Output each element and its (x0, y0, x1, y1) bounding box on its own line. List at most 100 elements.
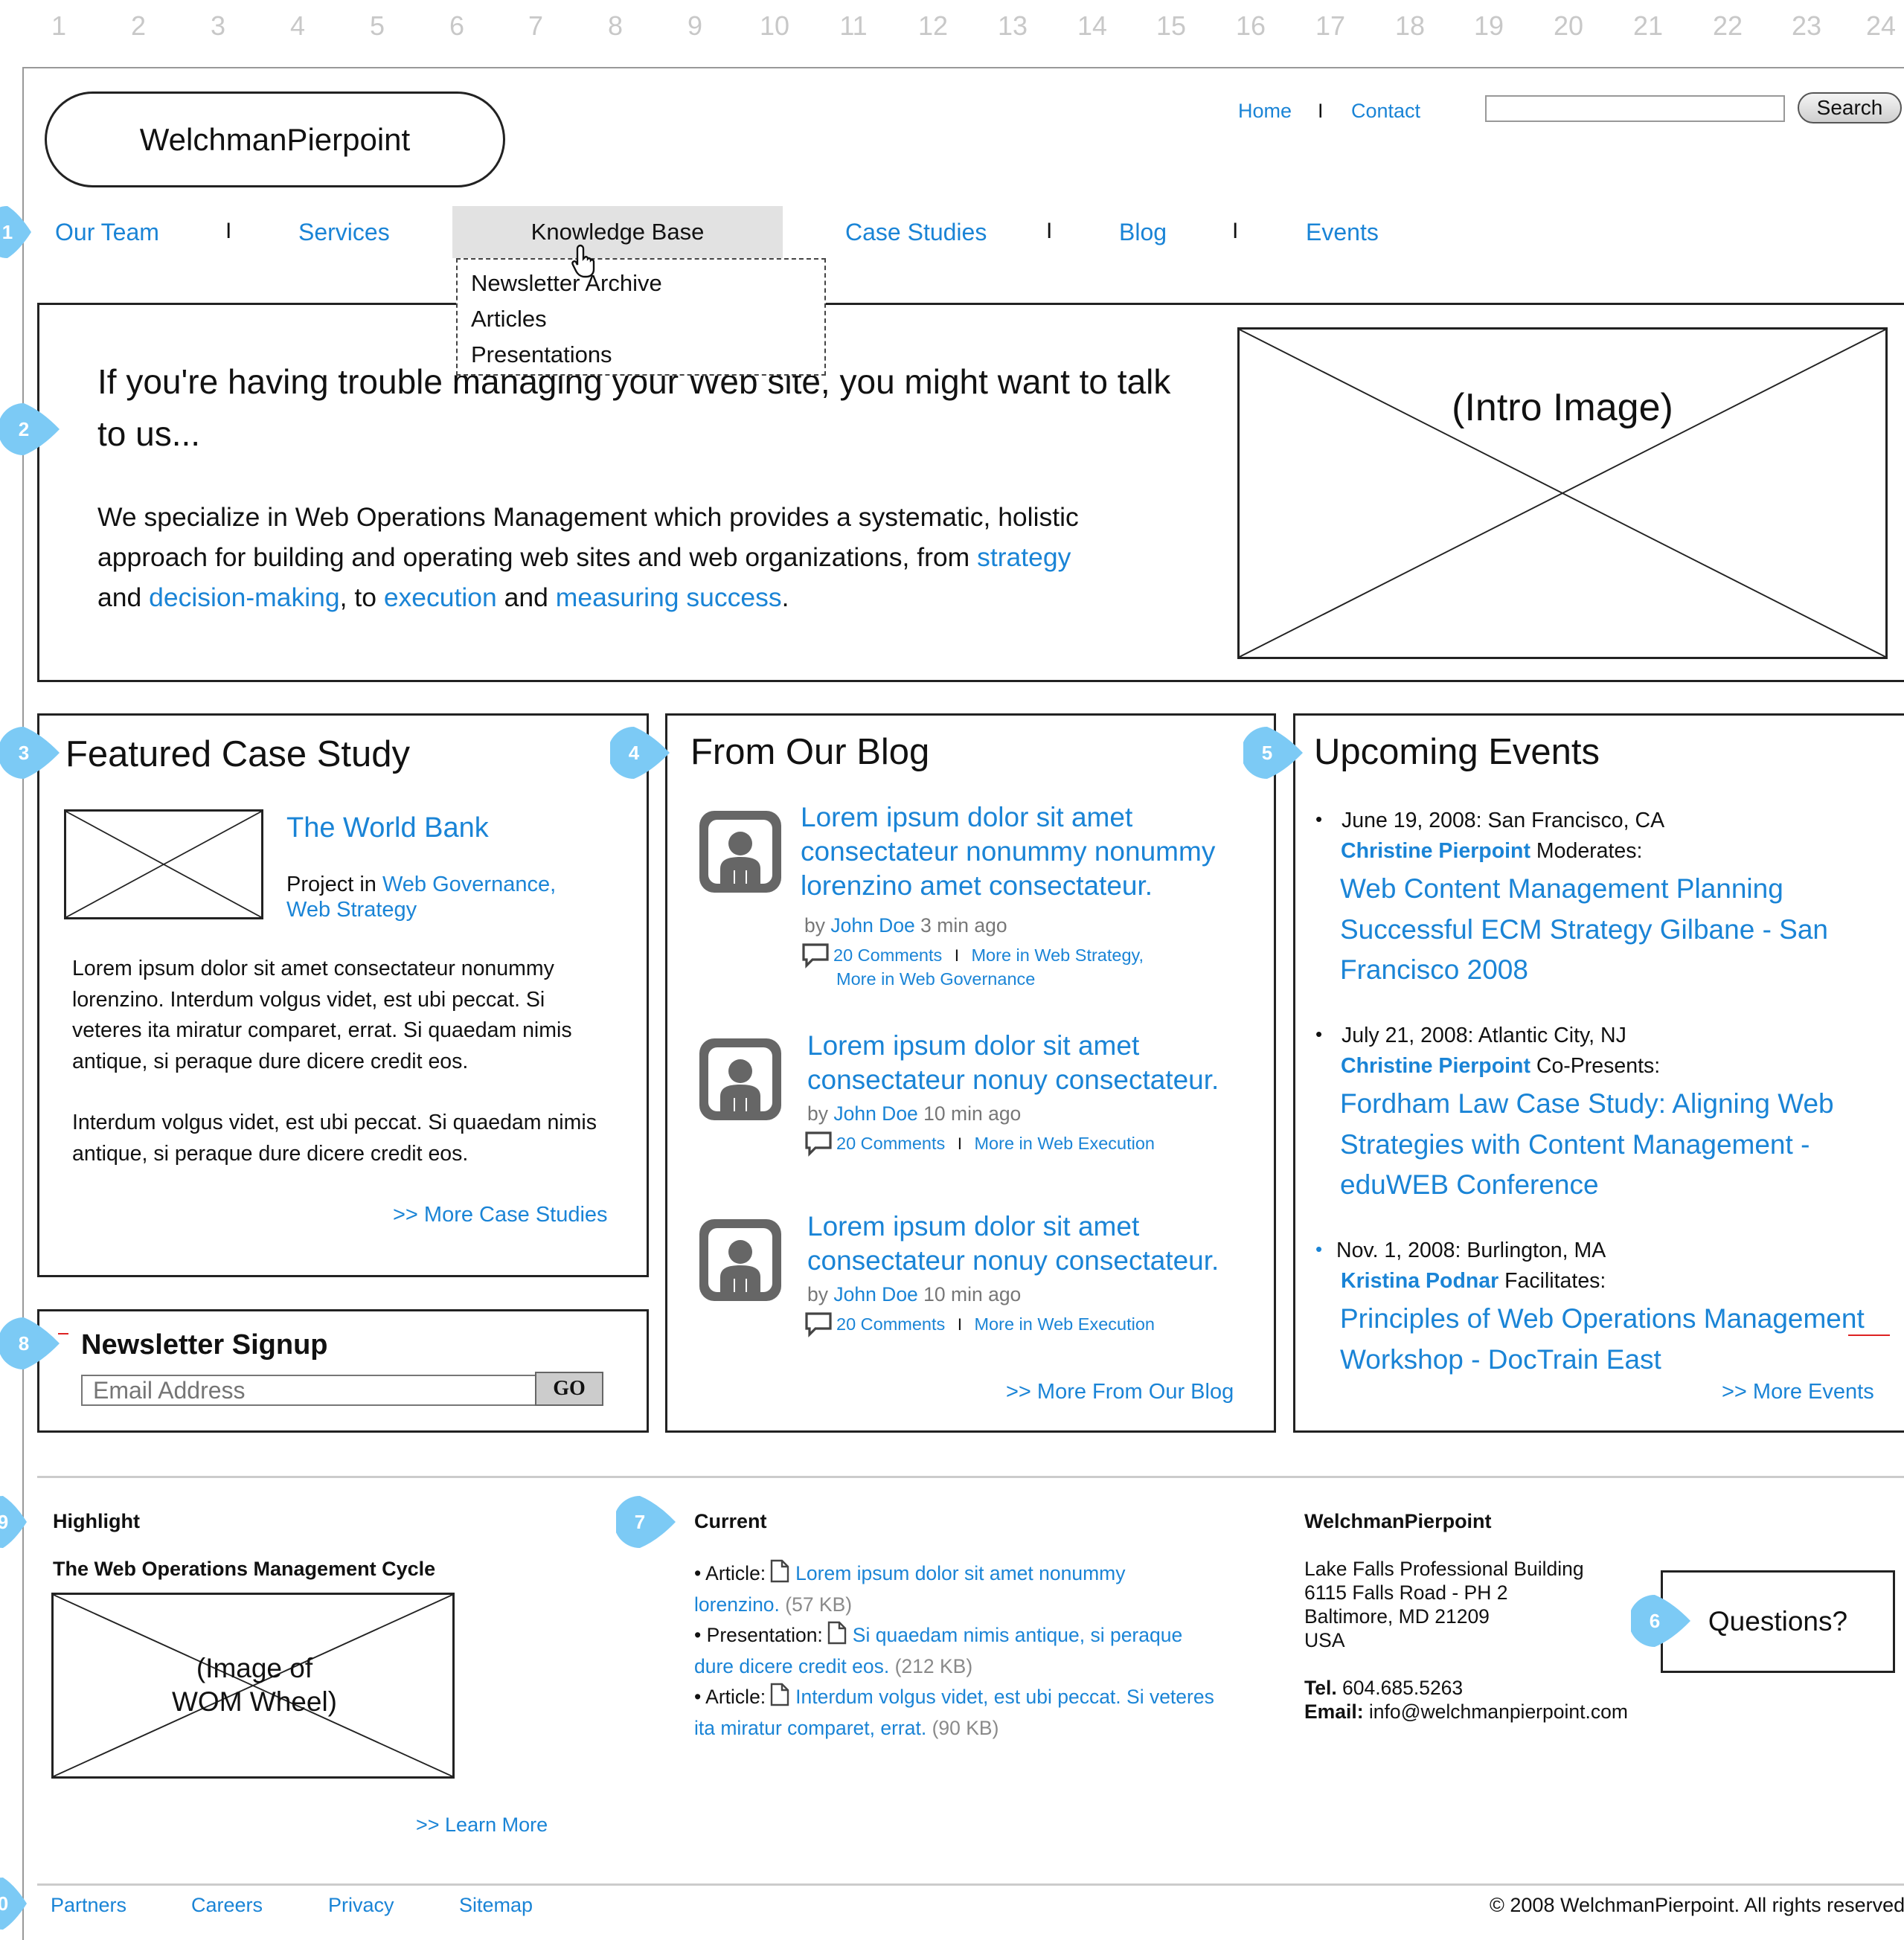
file-size: (57 KB) (779, 1593, 853, 1616)
event-presenter: Christine Pierpoint Co-Presents: (1341, 1054, 1660, 1079)
ruler-number: 2 (130, 10, 147, 41)
dropdown-item-articles[interactable]: Articles (471, 301, 824, 337)
annotation-number: 6 (1649, 1610, 1661, 1632)
document-icon (827, 1621, 846, 1645)
logo[interactable]: WelchmanPierpoint (45, 91, 505, 187)
case-study-project: Project in Web Governance, Web Strategy (286, 872, 606, 922)
nav-knowledge-base-label: Knowledge Base (531, 219, 705, 245)
post-time: 3 min ago (914, 914, 1007, 937)
ruler-number: 10 (759, 10, 790, 41)
author-link[interactable]: John Doe (833, 1102, 917, 1125)
search-input[interactable] (1485, 95, 1785, 122)
newsletter-signup-panel (37, 1309, 649, 1433)
web-strategy-link[interactable]: Web Strategy (286, 898, 417, 922)
footer-link-sitemap[interactable]: Sitemap (459, 1894, 533, 1917)
dropdown-item-newsletter-archive[interactable]: Newsletter Archive (471, 266, 824, 301)
wom-wheel-label: (Image of WOM Wheel) (172, 1653, 337, 1717)
page-frame-left (22, 67, 24, 1940)
comments-link[interactable]: 20 Comments (833, 945, 942, 965)
blog-post-title-link[interactable]: Lorem ipsum dolor sit amet consectateur … (807, 1029, 1254, 1097)
author-link[interactable]: John Doe (833, 1283, 917, 1305)
email-value: info@welchmanpierpoint.com (1363, 1700, 1628, 1723)
ruler-number: 8 (607, 10, 624, 41)
knowledge-base-dropdown: Newsletter Archive Articles Presentation… (456, 258, 826, 376)
email-field[interactable] (81, 1375, 536, 1406)
by-label: by (807, 1102, 834, 1125)
post-time: 10 min ago (917, 1102, 1022, 1125)
spellcheck-underline (1848, 1334, 1890, 1336)
highlight-heading: Highlight (53, 1510, 140, 1532)
more-in-category-link[interactable]: More in Web Strategy, (971, 945, 1144, 965)
annotation-number: 3 (18, 742, 30, 764)
by-label: by (804, 914, 831, 937)
more-in-category-link[interactable]: More in Web Execution (974, 1134, 1155, 1153)
event-title-link[interactable]: Principles of Web Operations Management … (1340, 1299, 1894, 1380)
blog-post-title-link[interactable]: Lorem ipsum dolor sit amet consectateur … (801, 800, 1254, 903)
intro-image-placeholder: (Intro Image) (1237, 327, 1888, 659)
intro-body: We specialize in Web Operations Manageme… (97, 497, 1176, 617)
ruler-number: 16 (1235, 10, 1266, 41)
intro-text: . (781, 582, 789, 612)
learn-more-link[interactable]: >> Learn More (416, 1814, 548, 1837)
comments-link[interactable]: 20 Comments (836, 1314, 945, 1334)
tel-label: Tel. (1304, 1677, 1337, 1699)
nav-case-studies[interactable]: Case Studies (845, 219, 987, 246)
questions-button[interactable]: Questions? (1661, 1570, 1895, 1673)
ruler-number: 24 (1865, 10, 1897, 41)
blog-post-title-link[interactable]: Lorem ipsum dolor sit amet consectateur … (807, 1210, 1254, 1278)
web-governance-link[interactable]: Web Governance, (382, 873, 556, 896)
more-from-blog-link[interactable]: >> More From Our Blog (1006, 1380, 1234, 1404)
current-item: • Article: Interdum volgus videt, est ubi… (694, 1682, 1215, 1744)
user-avatar-icon (699, 811, 781, 893)
presenter-role: Facilitates: (1498, 1269, 1606, 1293)
tel-value: 604.685.5263 (1336, 1677, 1464, 1699)
presenter-link[interactable]: Kristina Podnar (1341, 1269, 1498, 1293)
current-item: • Presentation: Si quaedam nimis antique,… (694, 1620, 1215, 1682)
comments-link[interactable]: 20 Comments (836, 1134, 945, 1153)
measuring-success-link[interactable]: measuring success (556, 582, 782, 612)
more-in-category-link[interactable]: More in Web Execution (974, 1314, 1155, 1334)
file-size: (212 KB) (889, 1654, 973, 1677)
ruler-number: 11 (839, 10, 868, 41)
more-events-link[interactable]: >> More Events (1722, 1380, 1874, 1404)
events-heading: Upcoming Events (1314, 732, 1600, 772)
annotation-marker: 3 (0, 727, 62, 779)
dropdown-item-presentations[interactable]: Presentations (471, 337, 824, 373)
annotation-marker: 6 (1631, 1595, 1693, 1647)
annotation-marker: 1 (0, 206, 46, 258)
strategy-link[interactable]: strategy (977, 542, 1071, 572)
footer-divider (37, 1476, 1904, 1478)
search-button[interactable]: Search (1798, 92, 1902, 123)
nav-services[interactable]: Services (298, 219, 390, 246)
footer-link-privacy[interactable]: Privacy (328, 1894, 394, 1917)
address-line: 6115 Falls Road - PH 2 (1304, 1581, 1508, 1604)
contact-link[interactable]: Contact (1351, 100, 1420, 123)
nav-separator: I (1232, 219, 1239, 243)
nav-our-team[interactable]: Our Team (55, 219, 159, 246)
nav-blog[interactable]: Blog (1119, 219, 1167, 246)
footer-link-partners[interactable]: Partners (51, 1894, 126, 1917)
more-case-studies-link[interactable]: >> More Case Studies (393, 1203, 608, 1227)
copyright: © 2008 WelchmanPierpoint. All rights res… (1490, 1894, 1904, 1916)
ruler-number: 12 (917, 10, 949, 41)
presenter-link[interactable]: Christine Pierpoint (1341, 1054, 1530, 1078)
nav-knowledge-base[interactable]: Knowledge Base (452, 206, 783, 258)
event-title-link[interactable]: Web Content Management Planning Successf… (1340, 869, 1861, 991)
event-title-link[interactable]: Fordham Law Case Study: Aligning Web Str… (1340, 1084, 1861, 1206)
case-study-title-link[interactable]: The World Bank (286, 812, 489, 844)
nav-events[interactable]: Events (1306, 219, 1379, 246)
annotation-marker: 5 (1243, 727, 1306, 779)
newsletter-go-button[interactable]: GO (535, 1372, 603, 1406)
presenter-link[interactable]: Christine Pierpoint (1341, 839, 1530, 863)
blog-post-meta: by John Doe 3 min ago (804, 914, 1007, 937)
intro-text: , to (339, 582, 384, 612)
more-in-category-link[interactable]: More in Web Governance (836, 969, 1035, 989)
decision-making-link[interactable]: decision-making (149, 582, 340, 612)
execution-link[interactable]: execution (384, 582, 497, 612)
user-avatar-icon (699, 1219, 781, 1301)
address-line: USA (1304, 1629, 1345, 1651)
footer-link-careers[interactable]: Careers (191, 1894, 263, 1917)
author-link[interactable]: John Doe (830, 914, 914, 937)
contact-address: Lake Falls Professional Building 6115 Fa… (1304, 1557, 1628, 1724)
home-link[interactable]: Home (1238, 100, 1292, 123)
